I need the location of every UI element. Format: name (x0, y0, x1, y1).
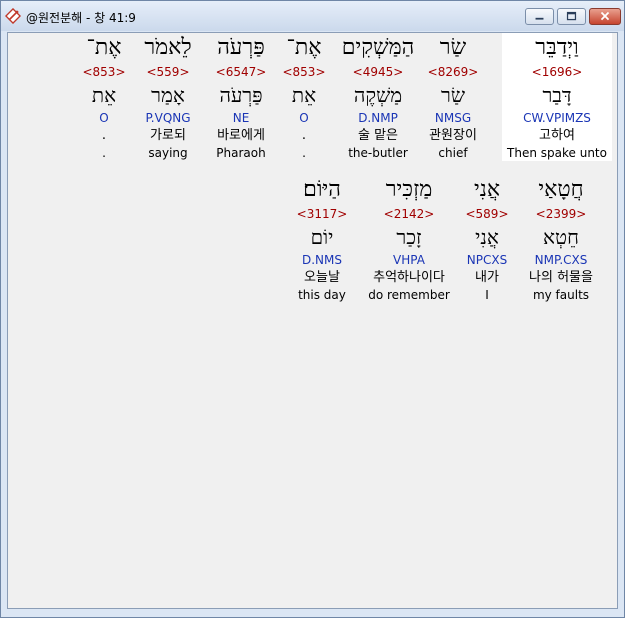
word-block[interactable]: וַיְדַבֵּר <1696> דָּבַר CW.VPIMZS 고하여 T… (502, 33, 612, 161)
lemma-word[interactable]: אֵת (74, 81, 134, 109)
lemma-word[interactable]: מַשְׁקֶה (330, 81, 426, 109)
english-gloss: this day (298, 288, 346, 302)
lemma-word[interactable]: פַּרְעֹה (201, 81, 281, 109)
english-gloss: Pharaoh (216, 146, 266, 160)
title-bar[interactable]: @원전분해 - 창 41:9 (1, 1, 624, 31)
strong-number[interactable]: <1696> (502, 63, 612, 81)
hebrew-word[interactable]: אֶת־ (74, 33, 134, 63)
korean-gloss: 가로되 (150, 128, 186, 143)
morphology-code[interactable]: O (74, 109, 134, 127)
morphology-code[interactable]: O (274, 109, 334, 127)
morphology-code[interactable]: VHPA (361, 251, 457, 269)
word-block[interactable]: לֵאמֹר <559> אָמַר P.VQNG 가로되 saying (133, 33, 203, 161)
morphology-code[interactable]: D.NMS (285, 251, 359, 269)
korean-gloss: 고하여 (539, 128, 575, 143)
hebrew-word[interactable]: מַזְכִּיר (361, 175, 457, 205)
english-gloss: I (485, 288, 489, 302)
maximize-icon (566, 11, 577, 21)
korean-gloss: 추억하나이다 (373, 270, 445, 285)
morphology-code[interactable]: P.VQNG (133, 109, 203, 127)
hebrew-word[interactable]: חֲטָאַי (513, 175, 609, 205)
close-icon (600, 11, 610, 21)
english-gloss: . (102, 146, 106, 160)
morphology-code[interactable]: CW.VPIMZS (502, 109, 612, 127)
maximize-button[interactable] (557, 8, 586, 25)
word-block[interactable]: חֲטָאַי <2399> חֵטְא NMP.CXS 나의 허물을 my f… (513, 175, 609, 303)
word-block[interactable]: אֲנִי <589> אֲנִי NPCXS 내가 I (452, 175, 522, 303)
hebrew-word[interactable]: פַּרְעֹה (201, 33, 281, 63)
strong-number[interactable]: <559> (133, 63, 203, 81)
lemma-word[interactable]: חֵטְא (513, 223, 609, 251)
hebrew-word[interactable]: אֶת־ (274, 33, 334, 63)
english-gloss: . (302, 146, 306, 160)
word-block[interactable]: אֶת־ <853> אֵת O . . (274, 33, 334, 161)
lemma-word[interactable]: אָמַר (133, 81, 203, 109)
word-block[interactable]: הַיּוֹם׃ <3117> יוֹם D.NMS 오늘날 this day (285, 175, 359, 303)
window-title: @원전분해 - 창 41:9 (26, 11, 136, 25)
strong-number[interactable]: <3117> (285, 205, 359, 223)
strong-number[interactable]: <853> (74, 63, 134, 81)
strong-number[interactable]: <2142> (361, 205, 457, 223)
morphology-code[interactable]: D.NMP (330, 109, 426, 127)
korean-gloss: 술 맡은 (357, 128, 398, 143)
english-gloss: do remember (368, 288, 450, 302)
close-button[interactable] (589, 8, 621, 25)
minimize-button[interactable] (525, 8, 554, 25)
english-gloss: my faults (532, 288, 590, 302)
minimize-icon (535, 17, 544, 20)
morphology-code[interactable]: NMP.CXS (513, 251, 609, 269)
korean-gloss: 내가 (475, 270, 499, 285)
interlinear-panel[interactable]: וַיְדַבֵּר <1696> דָּבַר CW.VPIMZS 고하여 T… (7, 32, 618, 609)
hebrew-word[interactable]: אֲנִי (452, 175, 522, 205)
strong-number[interactable]: <853> (274, 63, 334, 81)
word-block[interactable]: מַזְכִּיר <2142> זָכַר VHPA 추억하나이다 do re… (361, 175, 457, 303)
english-gloss: saying (148, 146, 188, 160)
strong-number[interactable]: <589> (452, 205, 522, 223)
word-block[interactable]: אֶת־ <853> אֵת O . . (74, 33, 134, 161)
app-window: @원전분해 - 창 41:9 וַיְדַבֵּר <1696> דָּבַר … (0, 0, 625, 618)
korean-gloss: 바로에게 (217, 128, 265, 143)
strong-number[interactable]: <2399> (513, 205, 609, 223)
lemma-word[interactable]: אֵת (274, 81, 334, 109)
hebrew-word[interactable]: וַיְדַבֵּר (502, 33, 612, 63)
lemma-word[interactable]: דָּבַר (502, 81, 612, 109)
korean-gloss: . (101, 128, 107, 143)
lemma-word[interactable]: זָכַר (361, 223, 457, 251)
strong-number[interactable]: <6547> (201, 63, 281, 81)
english-gloss: Then spake unto (507, 146, 607, 160)
hebrew-word[interactable]: לֵאמֹר (133, 33, 203, 63)
diamond-pen-icon[interactable] (5, 8, 21, 24)
morphology-code[interactable]: NPCXS (452, 251, 522, 269)
word-block[interactable]: פַּרְעֹה <6547> פַּרְעֹה NE 바로에게 Pharaoh (201, 33, 281, 161)
morphology-code[interactable]: NE (201, 109, 281, 127)
strong-number[interactable]: <4945> (330, 63, 426, 81)
korean-gloss: 오늘날 (304, 270, 340, 285)
word-block[interactable]: הַמַּשְׁקִים <4945> מַשְׁקֶה D.NMP 술 맡은 … (330, 33, 426, 161)
status-strip (7, 610, 618, 616)
korean-gloss: . (301, 128, 307, 143)
lemma-word[interactable]: אֲנִי (452, 223, 522, 251)
hebrew-word[interactable]: הַמַּשְׁקִים (330, 33, 426, 63)
hebrew-word[interactable]: הַיּוֹם׃ (285, 175, 359, 205)
lemma-word[interactable]: יוֹם (285, 223, 359, 251)
english-gloss: the-butler (348, 146, 408, 160)
korean-gloss: 나의 허물을 (529, 270, 593, 285)
